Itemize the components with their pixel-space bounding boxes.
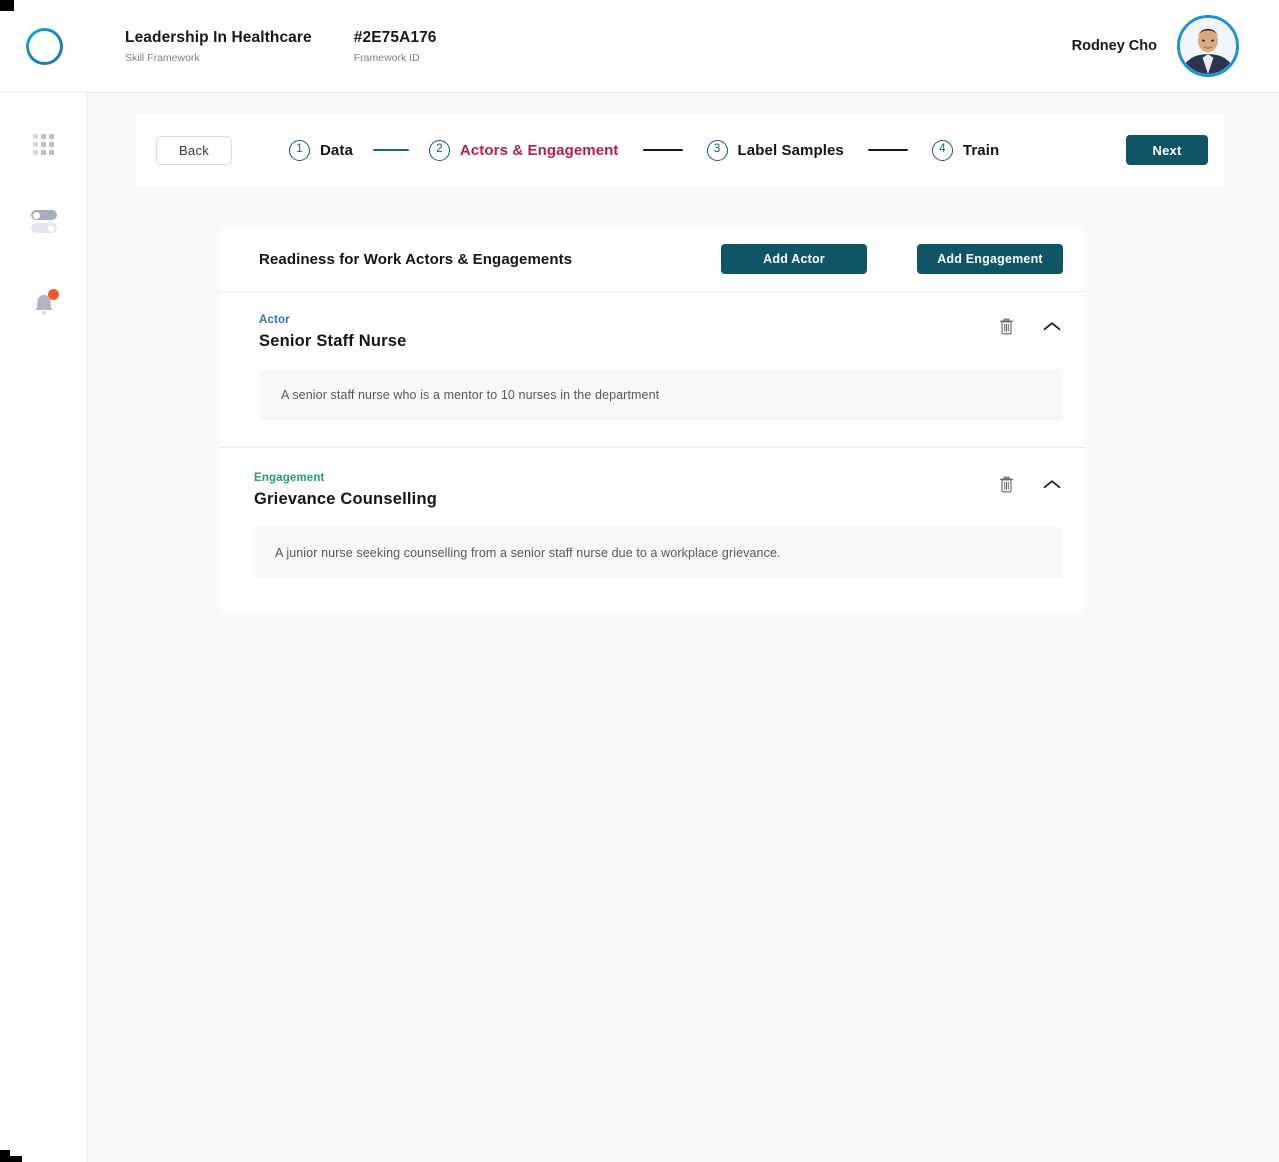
actor-description: A senior staff nurse who is a mentor to …: [259, 370, 1063, 420]
ring-logo-icon: [26, 28, 63, 65]
actor-kicker-label: Actor: [259, 314, 290, 326]
framework-name-block: Leadership In Healthcare Skill Framework: [125, 28, 312, 65]
step-connector: [867, 149, 908, 151]
logo-container[interactable]: [0, 28, 88, 65]
actors-engagements-card: Readiness for Work Actors & Engagements …: [220, 227, 1085, 612]
user-name: Rodney Cho: [1071, 38, 1157, 54]
avatar[interactable]: [1177, 15, 1239, 77]
engagement-row-actions: [995, 471, 1063, 495]
card-header-actions: Add Actor Add Engagement: [721, 244, 1063, 274]
sidebar-item-settings[interactable]: [0, 199, 88, 245]
sidebar: [0, 93, 88, 1162]
capture-artifact: [0, 1150, 10, 1162]
capture-artifact: [10, 1156, 22, 1162]
step-train[interactable]: 4 Train: [931, 139, 1000, 161]
step-label: Label Samples: [737, 141, 844, 159]
step-list: 1 Data 2 Actors & Engagement 3 Label Sam…: [289, 139, 1000, 161]
trash-icon[interactable]: [995, 473, 1017, 495]
step-number: 4: [931, 139, 953, 161]
engagement-kicker-label: Engagement: [254, 472, 325, 484]
trash-icon[interactable]: [995, 315, 1017, 337]
apps-grid-icon: [33, 134, 55, 156]
next-button[interactable]: Next: [1126, 135, 1208, 165]
engagement-item: Engagement Grievance Counselling A junio…: [220, 448, 1085, 602]
page-subtitle: Skill Framework: [125, 51, 200, 64]
card-header: Readiness for Work Actors & Engagements …: [220, 227, 1085, 292]
page-title: Leadership In Healthcare: [125, 28, 312, 46]
actor-item: Actor Senior Staff Nurse A senior staff …: [220, 292, 1085, 448]
add-engagement-button[interactable]: Add Engagement: [917, 244, 1063, 274]
step-number: 1: [289, 139, 310, 161]
sidebar-item-notifications[interactable]: [0, 281, 88, 327]
engagement-text-block: Engagement Grievance Counselling: [254, 471, 437, 509]
capture-artifact: [0, 0, 14, 11]
toggles-icon: [31, 210, 57, 234]
add-actor-button[interactable]: Add Actor: [721, 244, 867, 274]
chevron-up-icon[interactable]: [1041, 315, 1063, 337]
card-title: Readiness for Work Actors & Engagements: [259, 250, 573, 268]
user-menu[interactable]: Rodney Cho: [1072, 15, 1279, 77]
step-number: 3: [706, 139, 728, 161]
main-canvas: Back 1 Data 2 Actors & Engagement 3 Labe…: [88, 93, 1279, 1162]
framework-id-value: #2E75A176: [353, 28, 437, 46]
step-data[interactable]: 1 Data: [289, 139, 353, 161]
actor-name: Senior Staff Nurse: [259, 332, 407, 350]
step-number: 2: [428, 139, 450, 161]
notification-badge: [48, 289, 59, 300]
framework-id-label: Framework ID: [353, 51, 420, 64]
step-label: Train: [962, 141, 1000, 159]
framework-id-block: #2E75A176 Framework ID: [354, 28, 437, 65]
actor-row-actions: [995, 313, 1063, 337]
step-label: Actors & Engagement: [459, 141, 619, 159]
back-button[interactable]: Back: [156, 135, 232, 165]
app-header: Leadership In Healthcare Skill Framework…: [0, 0, 1279, 93]
wizard-stepper: Back 1 Data 2 Actors & Engagement 3 Labe…: [136, 114, 1224, 186]
chevron-up-icon[interactable]: [1041, 473, 1063, 495]
step-label: Data: [320, 141, 353, 159]
step-actors-engagement[interactable]: 2 Actors & Engagement: [428, 139, 619, 161]
sidebar-item-apps[interactable]: [0, 122, 88, 168]
engagement-name: Grievance Counselling: [254, 490, 438, 508]
step-connector: [642, 149, 683, 151]
step-connector: [372, 149, 409, 151]
step-label-samples[interactable]: 3 Label Samples: [706, 139, 844, 161]
actor-text-block: Actor Senior Staff Nurse: [259, 313, 407, 351]
bell-icon: [30, 289, 59, 318]
engagement-description: A junior nurse seeking counselling from …: [254, 527, 1063, 578]
